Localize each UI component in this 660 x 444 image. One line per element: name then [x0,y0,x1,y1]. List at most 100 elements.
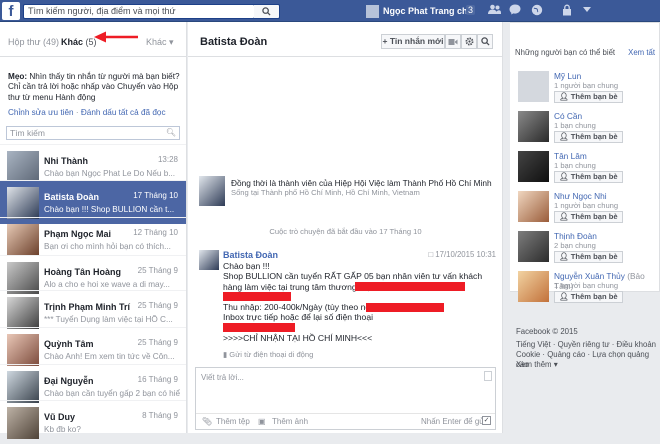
red-arrow-annotation [94,31,138,43]
search-icon[interactable] [477,34,493,49]
message-timestamp: □ 17/10/2015 10:31 [428,250,496,259]
conversation-list-panel: Hộp thư (49) Khác (5) Khác ▾ Mẹo: Nhìn t… [0,22,187,439]
video-call-icon[interactable] [445,34,461,49]
messages-icon[interactable] [508,4,522,18]
tab-other-label: Khác [61,37,84,47]
conversation-start-line: Cuộc trò chuyện đã bắt đầu vào 17 Tháng … [269,227,422,236]
globe-icon[interactable] [530,4,544,18]
friend-requests-icon[interactable] [487,4,501,18]
conversation-snippet: Bạn ơi cho mình hỏi bạn có thích... [44,242,171,251]
reply-input[interactable]: Viết trả lời... [201,373,244,382]
conversation-name: Hoàng Tân Hoàng [44,267,121,277]
conversation-time: 8 Tháng 9 [142,411,178,420]
conversation-time: 13:28 [157,155,178,164]
camera-icon[interactable]: ▣ [258,417,266,426]
add-friend-button[interactable]: 👤︎ Thêm bạn bè [554,291,623,303]
add-friend-button[interactable]: 👤︎ Thêm bạn bè [554,91,623,103]
search-icon: 🔍︎ [165,128,176,137]
avatar [7,151,39,183]
suggested-person: Thịnh Đoàn 2 bạn chung 👤︎ Thêm bạn bè [518,231,658,269]
sent-from-mobile-text: Gửi từ điện thoại di động [229,350,314,359]
avatar[interactable] [518,111,549,142]
suggested-person: Mỹ Lun 1 người bạn chung 👤︎ Thêm bạn bè [518,71,658,109]
tip-links: Chỉnh sửa ưu tiên · Đánh dấu tất cả đã đ… [8,108,166,117]
mutual-friends[interactable]: 1 người bạn chung [554,281,618,290]
mutual-friends[interactable]: 1 bạn chung [554,161,596,170]
person-name[interactable]: Như Ngọc Nhi [554,191,607,201]
attach-file-button[interactable]: Thêm tệp [216,417,250,426]
tab-inbox[interactable]: Hộp thư (49) [8,37,59,47]
message-sender[interactable]: Batista Đoàn [223,250,278,260]
search-icon[interactable] [254,4,280,19]
composer-toolbar: 📎︎ Thêm tệp ▣ Thêm ảnh Nhấn Enter để gửi… [196,413,495,429]
mutual-friends[interactable]: 1 bạn chung [554,121,596,130]
enter-to-send-label[interactable]: Nhấn Enter để gửi [421,417,486,426]
avatar[interactable] [518,191,549,222]
conversation-search-placeholder: Tìm kiếm [10,128,45,138]
sent-from-mobile: ▮ Gửi từ điện thoại di động [223,350,313,359]
footer-see-more[interactable]: Xem thêm ▾ [516,360,660,370]
message-line: Shop BULLION cần tuyển RẤT GẤP 05 bạn nh… [223,271,483,282]
avatar [7,334,39,366]
reply-composer[interactable]: Viết trả lời... 📎︎ Thêm tệp ▣ Thêm ảnh N… [195,367,496,430]
suggested-person: Nguyễn Xuân Thủy (Bảo Tâm) 1 người bạn c… [518,271,658,309]
profile-photo[interactable] [199,176,225,206]
mutual-friends[interactable]: 1 người bạn chung [554,81,618,90]
person-name-text: Nguyễn Xuân Thủy [554,271,625,281]
conversation-name: Nhi Thành [44,156,88,166]
see-all-link[interactable]: Xem tất [628,48,655,57]
mutual-friends[interactable]: 2 bạn chung [554,241,596,250]
add-friend-label: Thêm bạn bè [570,92,618,101]
add-friend-label: Thêm bạn bè [570,292,618,301]
suggested-person: Có Cần 1 bạn chung 👤︎ Thêm bạn bè [518,111,658,149]
conversation-time: 25 Tháng 9 [137,266,178,275]
redaction-bar [355,282,465,291]
top-bar: f Tìm kiếm người, địa điểm và mọi thứ Ng… [0,0,660,22]
avatar[interactable] [518,231,549,262]
add-friend-label: Thêm bạn bè [570,172,618,181]
mutual-friends[interactable]: 1 người bạn chung [554,201,618,210]
person-name[interactable]: Thịnh Đoàn [554,231,597,241]
avatar [7,371,39,403]
suggested-person: Tân Lâm 1 bạn chung 👤︎ Thêm bạn bè [518,151,658,189]
avatar[interactable] [518,271,549,302]
paperclip-icon[interactable]: 📎︎ [202,417,212,426]
avatar[interactable] [518,151,549,182]
settings-gear-icon[interactable] [461,34,477,49]
tab-other[interactable]: Khác (5) [61,37,97,47]
settings-dropdown-icon[interactable] [580,4,594,18]
facebook-logo[interactable]: f [2,2,20,20]
attach-photo-button[interactable]: Thêm ảnh [272,417,308,426]
conversation-snippet: Alo a cho e hoi xe wave a di may... [44,280,170,289]
add-friend-icon: 👤︎ [559,172,569,181]
mark-all-read-link[interactable]: Đánh dấu tất cả đã đọc [81,108,166,117]
right-sidebar: Những người bạn có thể biết Xem tất Mỹ L… [510,22,660,433]
add-friend-button[interactable]: 👤︎ Thêm bạn bè [554,251,623,263]
profile-link[interactable]: Ngọc Phat [383,6,428,16]
avatar [7,224,39,256]
add-friend-icon: 👤︎ [559,292,569,301]
edit-priority-link[interactable]: Chỉnh sửa ưu tiên [8,108,74,117]
add-friend-button[interactable]: 👤︎ Thêm bạn bè [554,211,623,223]
person-name[interactable]: Mỹ Lun [554,71,581,81]
add-friend-button[interactable]: 👤︎ Thêm bạn bè [554,171,623,183]
enter-to-send-checkbox[interactable]: ✓ [482,416,491,425]
thread-header: Batista Đoàn + Tin nhắn mới [188,22,503,57]
composer-scrollbar[interactable] [484,371,492,381]
privacy-lock-icon[interactable] [560,4,574,18]
search-input[interactable]: Tìm kiếm người, địa điểm và mọi thứ [23,4,255,19]
footer-links-1[interactable]: Tiếng Việt · Quyền riêng tư · Điều khoản [516,340,660,350]
add-friend-button[interactable]: 👤︎ Thêm bạn bè [554,131,623,143]
conversation-item[interactable]: Vũ Duy 8 Tháng 9 Kb đb ko? [0,400,186,444]
pymk-title: Những người bạn có thể biết [515,48,616,57]
avatar[interactable] [199,250,219,270]
person-name[interactable]: Có Cần [554,111,582,121]
avatar [7,407,39,439]
new-message-button[interactable]: + Tin nhắn mới [381,34,445,49]
person-name[interactable]: Tân Lâm [554,151,587,161]
tab-more-dropdown[interactable]: Khác ▾ [146,37,174,48]
user-avatar[interactable] [366,5,379,18]
redaction-bar [223,323,295,332]
avatar[interactable] [518,71,549,102]
conversation-search-input[interactable]: Tìm kiếm 🔍︎ [6,126,180,140]
